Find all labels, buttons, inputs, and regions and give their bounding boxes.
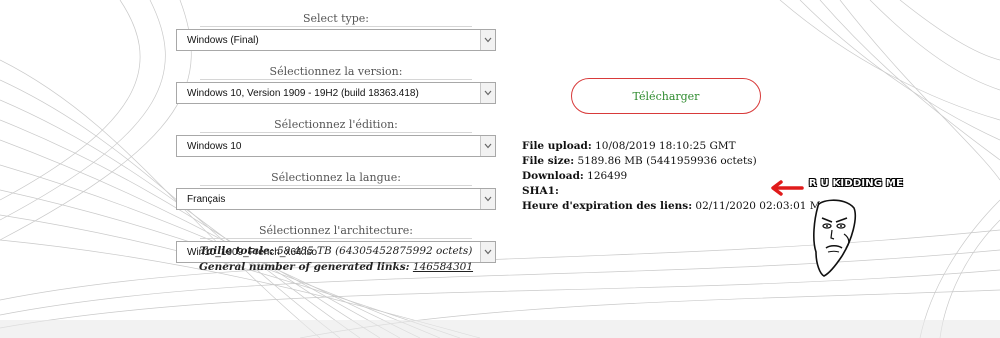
type-select-value: Windows (Final) (187, 35, 259, 46)
type-select[interactable]: Windows (Final) (176, 29, 496, 51)
chevron-down-icon[interactable] (480, 189, 495, 209)
file-size-value: 5189.86 MB (5441959936 octets) (577, 155, 757, 167)
download-count-label: Download: (522, 170, 584, 182)
edition-select[interactable]: Windows 10 (176, 135, 496, 157)
generated-links-label: General number of generated links: (198, 261, 410, 273)
edition-select-value: Windows 10 (187, 141, 242, 152)
sha1-label: SHA1: (522, 185, 559, 197)
file-size-label: File size: (522, 155, 575, 167)
background-waves (0, 0, 1000, 338)
download-button[interactable]: Télécharger (571, 78, 761, 114)
type-label: Select type: (200, 12, 472, 27)
language-select-value: Français (187, 194, 226, 205)
chevron-down-icon[interactable] (480, 136, 495, 156)
language-select[interactable]: Français (176, 188, 496, 210)
edition-label: Sélectionnez l'édition: (200, 118, 472, 133)
download-form: Select type: Windows (Final) Sélectionne… (176, 12, 496, 277)
link-expiry-row: Heure d'expiration des liens: 02/11/2020… (522, 199, 836, 214)
file-upload-row: File upload: 10/08/2019 18:10:25 GMT (522, 139, 836, 154)
language-label: Sélectionnez la langue: (200, 171, 472, 186)
file-upload-label: File upload: (522, 140, 592, 152)
total-size-value: 58.485 TB (64305452875992 octets) (276, 245, 473, 257)
file-info: File upload: 10/08/2019 18:10:25 GMT Fil… (522, 139, 836, 214)
totals: Taille totale: 58.485 TB (64305452875992… (176, 243, 496, 275)
total-size-label: Taille totale: (199, 245, 274, 257)
download-count-value: 126499 (587, 170, 628, 182)
chevron-down-icon[interactable] (480, 30, 495, 50)
generated-links: General number of generated links: 14658… (176, 259, 496, 275)
file-size-row: File size: 5189.86 MB (5441959936 octets… (522, 154, 836, 169)
file-upload-value: 10/08/2019 18:10:25 GMT (595, 140, 736, 152)
meme-image: R U KIDDING ME (802, 178, 910, 278)
chevron-down-icon[interactable] (480, 83, 495, 103)
red-arrow-icon (771, 180, 804, 196)
meme-face-icon (813, 199, 857, 277)
total-size: Taille totale: 58.485 TB (64305452875992… (176, 243, 496, 259)
link-expiry-label: Heure d'expiration des liens: (522, 200, 693, 212)
version-label: Sélectionnez la version: (200, 65, 472, 80)
version-select-value: Windows 10, Version 1909 - 19H2 (build 1… (187, 88, 419, 99)
version-select[interactable]: Windows 10, Version 1909 - 19H2 (build 1… (176, 82, 496, 104)
generated-links-value[interactable]: 146584301 (413, 261, 473, 273)
architecture-label: Sélectionnez l'architecture: (200, 224, 472, 239)
